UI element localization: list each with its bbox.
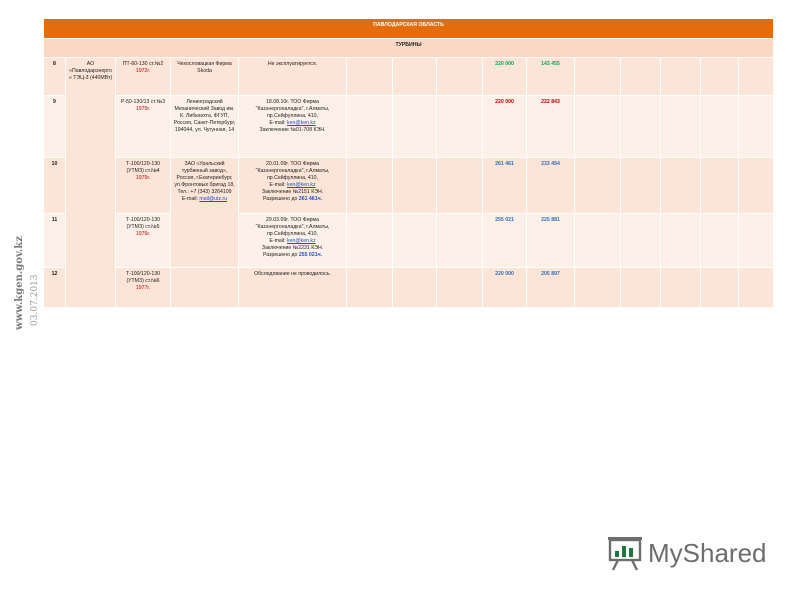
owner-cell: АО «Павлодарэнерго» ТЭЦ-3 (440МВт) [65, 57, 116, 308]
turbine-model: Т-100/120-130 (УТМЗ) ст.№4 [125, 161, 161, 175]
myshared-logo[interactable]: MyShared [606, 534, 776, 574]
value-2: 205 897 [526, 267, 575, 308]
status-text: 18.08.10г. ТОО Фирма "Казэнергоналадка",… [255, 99, 330, 120]
turbine-year: 1972г. [135, 68, 151, 75]
turbine-cell: Т-100/120-130 (УТМЗ) ст.№6 1977г. [115, 267, 171, 308]
table-row: 10 Т-100/120-130 (УТМЗ) ст.№4 1975г. ЗАО… [43, 157, 775, 268]
conclusion-text: Заключение №2151 КЭН. [261, 189, 324, 196]
email-link[interactable]: ken@ken.kz [287, 120, 316, 126]
table-row: 8 АО «Павлодарэнерго» ТЭЦ-3 (440МВт) ПТ-… [43, 57, 775, 308]
row-number: 9 [43, 95, 66, 158]
row-number: 11 [43, 213, 66, 268]
manufacturer-text: ЗАО «Уральский турбинный завод», Россия,… [174, 161, 235, 196]
turbine-cell: Т-100/120-130 (УТМЗ) ст.№5 1976г. [115, 213, 171, 268]
section-header: ТУРБИНЫ [42, 38, 775, 58]
status-cell: Не эксплуатируется. [238, 57, 347, 96]
allowed-label: Разрешено до [262, 252, 298, 259]
turbine-cell: Т-100/120-130 (УТМЗ) ст.№4 1975г. [115, 157, 171, 214]
turbine-cell: ПТ-60-130 ст.№2 1972г. [115, 57, 171, 96]
status-cell: 18.08.10г. ТОО Фирма "Казэнергоналадка",… [238, 95, 347, 158]
status-text: 20.01.09г. ТОО Фирма "Казэнергоналадка",… [255, 161, 330, 182]
row-number: 8 [43, 57, 66, 96]
turbine-year: 1976г. [135, 231, 151, 238]
region-header: ПАВЛОДАРСКАЯ ОБЛАСТЬ [42, 18, 775, 39]
email-label: E-mail: [181, 196, 198, 203]
manufacturer-cell: Чехословацкая Фирма Skoda [170, 57, 239, 96]
value-1: 220 000 [482, 57, 527, 96]
status-cell: 20.01.09г. ТОО Фирма "Казэнергоналадка",… [238, 157, 347, 214]
status-text: Не эксплуатируется. [267, 61, 318, 67]
presentation-board-icon [608, 537, 642, 571]
email-label: E-mail: [269, 120, 286, 127]
table-row: 11 Т-100/120-130 (УТМЗ) ст.№5 1976г. 29.… [43, 213, 775, 268]
status-cell: 29.03.09г. ТОО Фирма "Казэнергоналадка",… [238, 213, 347, 268]
email-link[interactable]: ken@ken.kz [287, 182, 316, 188]
value-2: 233 454 [526, 157, 575, 214]
row-number: 12 [43, 267, 66, 308]
value-2: 143 455 [526, 57, 575, 96]
table-row: 12 Т-100/120-130 (УТМЗ) ст.№6 1977г. Обс… [43, 267, 775, 308]
value-1: 220 000 [482, 95, 527, 158]
publish-date: 03.07.2013 [30, 274, 40, 326]
turbine-model: Т-100/120-130 (УТМЗ) ст.№6 [125, 271, 161, 285]
turbine-model: ПТ-60-130 ст.№2 [122, 61, 164, 67]
manufacturer-email-link[interactable]: mail@utz.ru [199, 196, 227, 202]
turbine-year: 1975г. [135, 106, 151, 113]
allowed-value: 255 021ч. [298, 252, 323, 259]
allowed-value: 261 461ч. [298, 196, 323, 203]
site-url: www.kgen.gov.kz [14, 236, 25, 330]
email-link[interactable]: ken@ken.kz [287, 238, 316, 244]
value-2: 225 881 [526, 213, 575, 268]
conclusion-text: Заключение №2231 КЭН. [261, 245, 324, 252]
row-number: 10 [43, 157, 66, 214]
allowed-label: Разрешено до [262, 196, 298, 203]
email-label: E-mail: [269, 182, 286, 189]
manufacturer-cell: ЗАО «Уральский турбинный завод», Россия,… [170, 157, 239, 268]
status-text: Обследование не проводилось. [254, 271, 331, 277]
conclusion-text: Заключение №01-708 КЭН. [259, 127, 326, 134]
manufacturer-cell: Ленинградский Механический Завод им. К. … [170, 95, 239, 158]
turbine-year: 1977г. [135, 285, 151, 292]
turbine-cell: Р-50-130/13 ст.№3 1975г. [115, 95, 171, 158]
value-1: 220 000 [482, 267, 527, 308]
value-1: 261 461 [482, 157, 527, 214]
value-2: 222 843 [526, 95, 575, 158]
logo-text: MyShared [648, 538, 767, 568]
turbines-table: ПАВЛОДАРСКАЯ ОБЛАСТЬ ТУРБИНЫ 8 АО «Павло… [42, 18, 775, 308]
status-cell: Обследование не проводилось. [238, 267, 347, 308]
status-text: 29.03.09г. ТОО Фирма "Казэнергоналадка",… [255, 217, 330, 238]
value-1: 255 021 [482, 213, 527, 268]
turbine-model: Р-50-130/13 ст.№3 [120, 99, 166, 105]
email-label: E-mail: [269, 238, 286, 245]
table-row: 9 Р-50-130/13 ст.№3 1975г. Ленинградский… [43, 95, 775, 158]
turbine-model: Т-100/120-130 (УТМЗ) ст.№5 [125, 217, 161, 231]
turbine-year: 1975г. [135, 175, 151, 182]
